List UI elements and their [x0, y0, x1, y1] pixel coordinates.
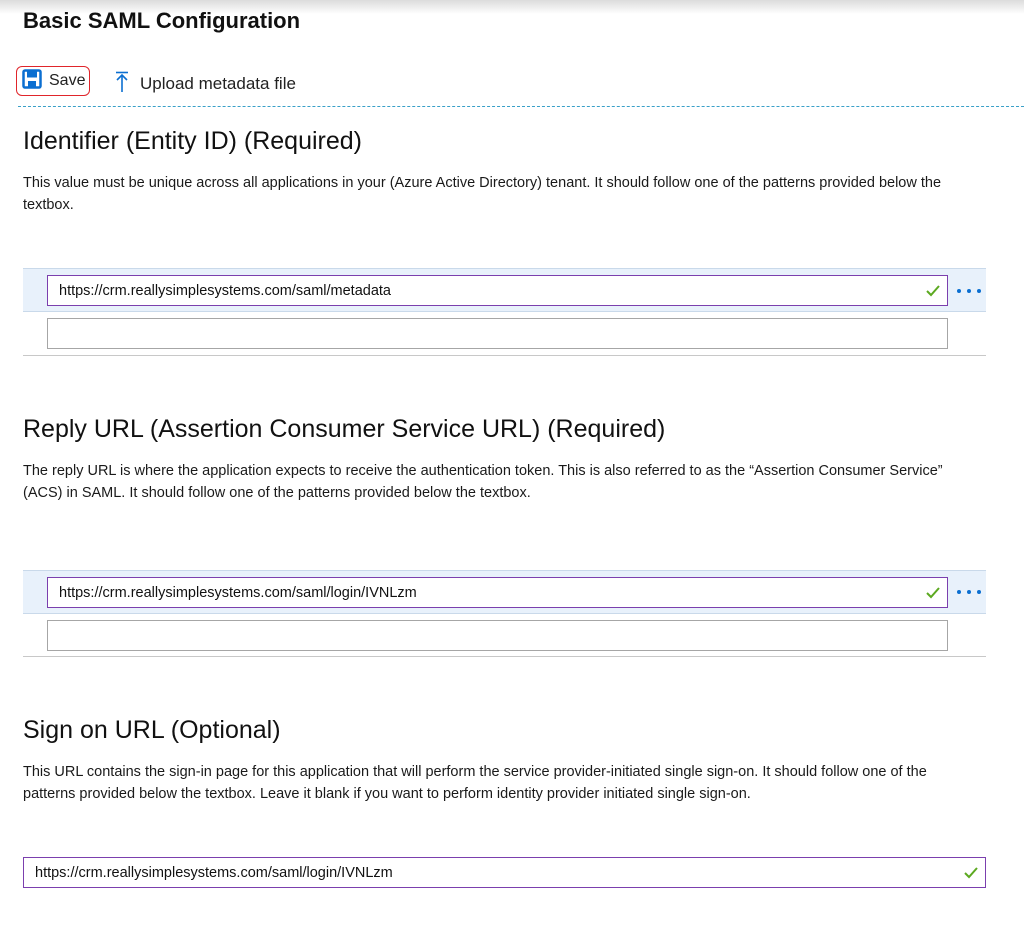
- identifier-input[interactable]: https://crm.reallysimplesystems.com/saml…: [47, 275, 948, 306]
- sign-on-url-value: https://crm.reallysimplesystems.com/saml…: [35, 864, 393, 881]
- upload-metadata-label: Upload metadata file: [140, 74, 296, 93]
- sign-on-url-input[interactable]: https://crm.reallysimplesystems.com/saml…: [23, 857, 986, 888]
- reply-url-input[interactable]: https://crm.reallysimplesystems.com/saml…: [47, 577, 948, 608]
- sign-on-url-description: This URL contains the sign-in page for t…: [23, 764, 927, 802]
- identifier-separator: [23, 355, 986, 356]
- checkmark-icon: [924, 284, 942, 298]
- save-button[interactable]: Save: [16, 66, 90, 96]
- reply-url-description: The reply URL is where the application e…: [23, 463, 943, 501]
- reply-url-separator: [23, 656, 986, 657]
- sign-on-url-heading: Sign on URL (Optional): [23, 716, 281, 744]
- upload-metadata-button[interactable]: Upload metadata file: [114, 70, 296, 98]
- identifier-value: https://crm.reallysimplesystems.com/saml…: [59, 282, 391, 299]
- identifier-more-options-icon[interactable]: [957, 284, 981, 298]
- toolbar-divider: [18, 106, 1024, 107]
- floppy-disk-icon: [22, 68, 42, 94]
- reply-url-heading: Reply URL (Assertion Consumer Service UR…: [23, 415, 666, 443]
- reply-url-more-options-icon[interactable]: [957, 585, 981, 599]
- reply-url-value: https://crm.reallysimplesystems.com/saml…: [59, 584, 417, 601]
- page-title: Basic SAML Configuration: [23, 8, 301, 33]
- identifier-input-new[interactable]: [47, 318, 948, 349]
- checkmark-icon: [962, 866, 980, 880]
- checkmark-icon: [924, 586, 942, 600]
- identifier-description: This value must be unique across all app…: [23, 175, 942, 213]
- reply-url-input-new[interactable]: [47, 620, 948, 651]
- identifier-heading: Identifier (Entity ID) (Required): [23, 127, 363, 155]
- save-label: Save: [49, 72, 86, 89]
- upload-arrow-icon: [114, 71, 130, 98]
